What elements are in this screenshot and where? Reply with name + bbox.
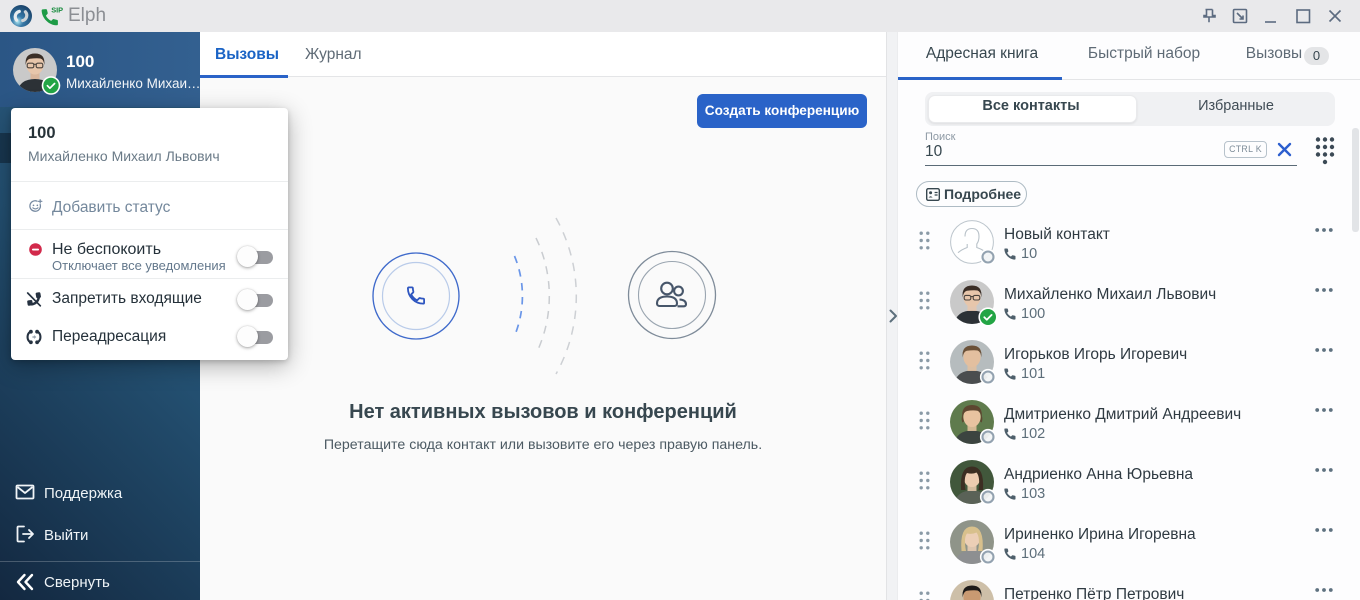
svg-text:SIP: SIP: [51, 6, 63, 15]
